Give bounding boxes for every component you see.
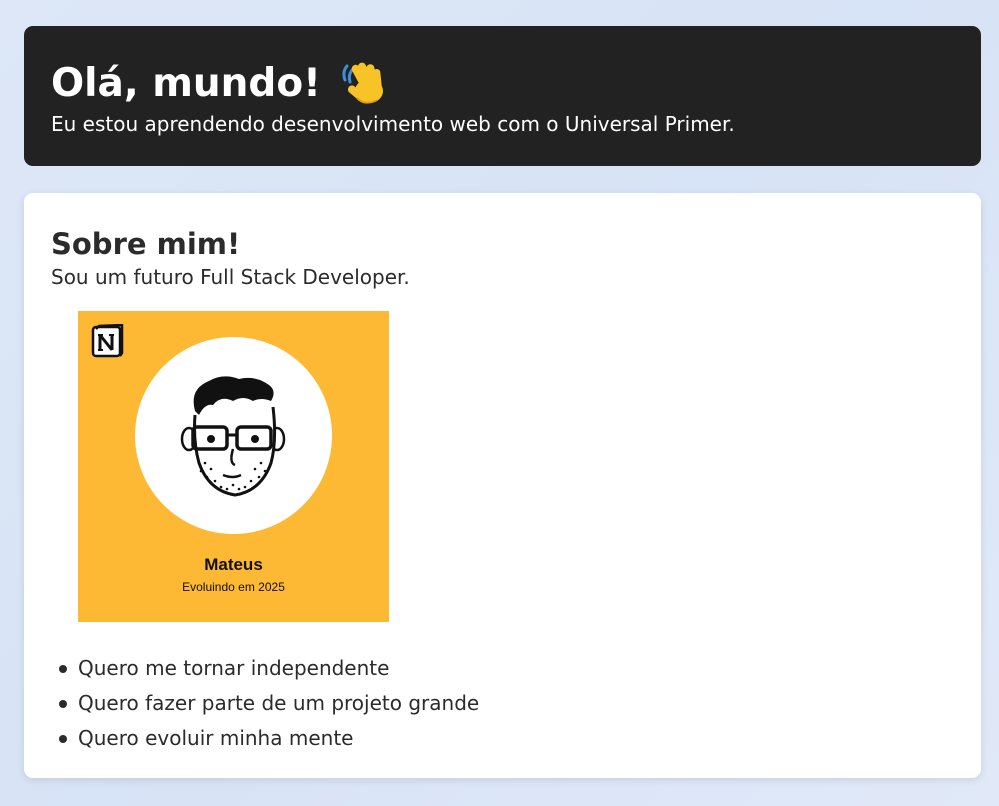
goals-list: Quero me tornar independente Quero fazer…	[58, 651, 479, 756]
face-illustration-icon	[180, 376, 286, 497]
about-card: Sobre mim! Sou um futuro Full Stack Deve…	[24, 193, 981, 778]
about-text: Sou um futuro Full Stack Developer.	[51, 265, 410, 289]
page-subtitle: Eu estou aprendendo desenvolvimento web …	[51, 112, 735, 136]
avatar-tagline: Evoluindo em 2025	[182, 580, 285, 594]
list-item: Quero evoluir minha mente	[58, 721, 479, 756]
avatar-portrait	[135, 337, 332, 534]
profile-avatar-image: Mateus Evoluindo em 2025	[78, 311, 389, 622]
list-item: Quero fazer parte de um projeto grande	[58, 686, 479, 721]
notion-logo-icon	[91, 324, 124, 358]
list-item: Quero me tornar independente	[58, 651, 479, 686]
hero-header: Olá, mundo! Eu estou aprendendo desenvol…	[24, 26, 981, 166]
page-title: Olá, mundo!	[51, 60, 954, 108]
waving-hand-icon	[339, 60, 389, 106]
about-heading: Sobre mim!	[51, 227, 241, 261]
page-title-text: Olá, mundo!	[51, 61, 321, 106]
avatar-name: Mateus	[204, 555, 263, 574]
